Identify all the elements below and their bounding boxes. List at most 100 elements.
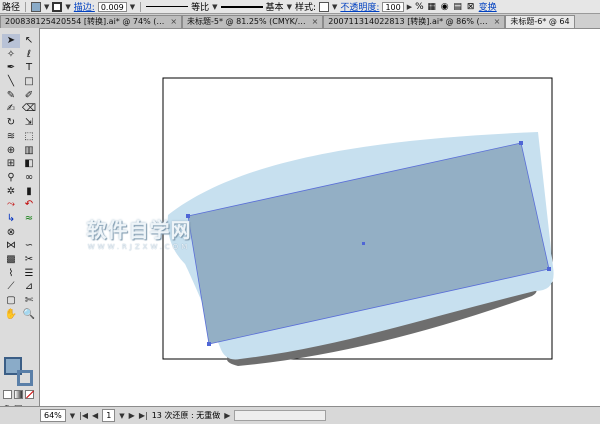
- tab-document-1[interactable]: 20083812542055​4 [转换].ai* @ 74% (… ×: [0, 15, 183, 28]
- align-icon[interactable]: ▤: [453, 2, 463, 12]
- none-mode-icon[interactable]: [25, 390, 34, 399]
- horizontal-scrollbar[interactable]: [234, 410, 327, 421]
- undo-status-text: 13 次还原 : 无重做: [151, 411, 221, 420]
- symbol-sprayer-tool-icon[interactable]: ✲: [2, 185, 20, 199]
- opacity-link[interactable]: 不透明度:: [340, 0, 379, 13]
- watermark-url: WWW.RJZXW.COM: [87, 243, 191, 251]
- zoom-field[interactable]: 64%: [40, 409, 66, 422]
- pencil-tool-icon[interactable]: ✐: [20, 89, 38, 103]
- stroke-dropdown-icon[interactable]: ▼: [65, 3, 70, 11]
- document-setup-icon[interactable]: ▦: [427, 2, 437, 12]
- transform-link[interactable]: 变换: [479, 0, 497, 13]
- lasso-tool-icon[interactable]: ℓ: [20, 48, 38, 62]
- tool-palette: ➤ ↖ ✧ ℓ ✒ T ╲ □ ✎ ✐ ✍ ⌫ ↻ ⇲ ≋ ⬚ ⊕ ▥ ⊞ ◧ …: [0, 28, 40, 420]
- variable-width-profile-preview[interactable]: [146, 6, 189, 7]
- stroke-weight-dropdown-icon[interactable]: ▼: [130, 3, 135, 11]
- color-mode-icon[interactable]: [3, 390, 12, 399]
- close-icon[interactable]: ×: [494, 16, 501, 28]
- smooth-tool-icon[interactable]: ≈: [20, 212, 38, 226]
- stroke-link[interactable]: 描边:: [74, 0, 95, 13]
- first-page-icon[interactable]: |◀: [79, 411, 88, 420]
- warp-tool-icon[interactable]: ≋: [2, 130, 20, 144]
- style-swatch[interactable]: [319, 1, 329, 12]
- control-bar: 路径 ▼ ▼ 描边: 0.009 ▼ 等比 ▼ 基本 ▼ 样式: ▼ 不透明度:…: [0, 0, 600, 14]
- page-field[interactable]: 1: [102, 409, 116, 422]
- brush-label[interactable]: 基本: [266, 0, 284, 13]
- transform-icon[interactable]: ⊠: [466, 2, 476, 12]
- type-tool-icon[interactable]: T: [20, 61, 38, 75]
- shape-builder-tool-icon[interactable]: ⊕: [2, 144, 20, 158]
- style-dropdown-icon[interactable]: ▼: [332, 3, 337, 11]
- document-tabs: 20083812542055​4 [转换].ai* @ 74% (… × 未标题…: [0, 14, 600, 29]
- curve-tool-icon[interactable]: ↳: [2, 212, 20, 226]
- close-icon[interactable]: ×: [312, 16, 319, 28]
- line-segment-tool-icon[interactable]: ╲: [2, 75, 20, 89]
- rotate-tool-icon[interactable]: ↻: [2, 116, 20, 130]
- brush-dropdown-icon[interactable]: ▼: [287, 3, 292, 11]
- brush-preview[interactable]: [220, 5, 263, 8]
- stroke-color-box[interactable]: [17, 370, 33, 386]
- zoom-tool-icon[interactable]: 🔍: [20, 308, 38, 322]
- document-canvas[interactable]: 软件自学网 WWW.RJZXW.COM: [40, 29, 600, 406]
- profile-label[interactable]: 等比: [191, 0, 209, 13]
- gradient-tool-icon[interactable]: ◧: [20, 157, 38, 171]
- gradient-mode-icon[interactable]: [14, 390, 23, 399]
- column-graph-tool-icon[interactable]: ▮: [20, 185, 38, 199]
- blank-slot: [20, 226, 38, 240]
- close-icon[interactable]: ×: [170, 16, 177, 28]
- page-dropdown-icon[interactable]: ▼: [119, 412, 124, 420]
- scissors-tool-icon[interactable]: ✄: [20, 294, 38, 308]
- separator: [25, 1, 27, 12]
- convert-anchor-tool-icon[interactable]: ↶: [20, 198, 38, 212]
- last-page-icon[interactable]: ▶|: [139, 411, 148, 420]
- selection-tool-icon[interactable]: ➤: [2, 34, 20, 48]
- pen-tool-icon[interactable]: ✒: [2, 61, 20, 75]
- anchor-add-tool-icon[interactable]: ⤳: [2, 198, 20, 212]
- status-menu-icon[interactable]: ▶: [224, 411, 230, 420]
- tab-label: 20083812542055​4 [转换].ai* @ 74% (…: [5, 17, 165, 26]
- anchor-point[interactable]: [519, 141, 523, 145]
- slice-tool-icon[interactable]: ✂: [20, 253, 38, 267]
- perspective-grid-tool-icon[interactable]: ▥: [20, 144, 38, 158]
- crop-tool-icon[interactable]: ▢: [2, 294, 20, 308]
- recolor-artwork-icon[interactable]: ◉: [440, 2, 450, 12]
- eraser-tool-icon[interactable]: ⌫: [20, 102, 38, 116]
- tab-document-3[interactable]: 200711314022813 [转换].ai* @ 86% (… ×: [323, 15, 506, 28]
- stroke-weight-field[interactable]: 0.009: [97, 1, 127, 12]
- measure-tool-icon[interactable]: ⊿: [20, 280, 38, 294]
- tab-document-2[interactable]: 未标题-5* @ 81.25% (CMYK/… ×: [182, 15, 324, 28]
- scale-tool-icon[interactable]: ⇲: [20, 116, 38, 130]
- target-tool-icon[interactable]: ⊗: [2, 226, 20, 240]
- tab-label: 200711314022813 [转换].ai* @ 86% (…: [328, 17, 488, 26]
- magic-wand-tool-icon[interactable]: ✧: [2, 48, 20, 62]
- fill-swatch[interactable]: [31, 1, 42, 12]
- direct-selection-tool-icon[interactable]: ↖: [20, 34, 38, 48]
- stroke-swatch[interactable]: [52, 1, 63, 12]
- tab-label: 未标题-5* @ 81.25% (CMYK/…: [187, 17, 306, 26]
- anchor-point[interactable]: [207, 342, 211, 346]
- knife-tool-icon[interactable]: ⟋: [2, 280, 20, 294]
- separator: [140, 1, 142, 12]
- rectangle-tool-icon[interactable]: □: [20, 75, 38, 89]
- list-tool-icon[interactable]: ☰: [20, 267, 38, 281]
- zoom-dropdown-icon[interactable]: ▼: [70, 412, 75, 420]
- blob-brush-tool-icon[interactable]: ✍: [2, 102, 20, 116]
- paintbrush-tool-icon[interactable]: ✎: [2, 89, 20, 103]
- tab-document-4[interactable]: 未标题-6* @ 64: [505, 15, 575, 28]
- eyedropper-tool-icon[interactable]: ⚲: [2, 171, 20, 185]
- wave-tool-icon[interactable]: ∽: [20, 239, 38, 253]
- profile-dropdown-icon[interactable]: ▼: [212, 3, 217, 11]
- fill-dropdown-icon[interactable]: ▼: [44, 3, 49, 11]
- bowtie-tool-icon[interactable]: ⋈: [2, 239, 20, 253]
- artboard-tool-icon[interactable]: ▩: [2, 253, 20, 267]
- free-transform-tool-icon[interactable]: ⬚: [20, 130, 38, 144]
- previous-page-icon[interactable]: ◀: [92, 411, 98, 420]
- path-tool-icon[interactable]: ⌇: [2, 267, 20, 281]
- opacity-dropdown-icon[interactable]: ▶: [407, 3, 412, 11]
- hand-tool-icon[interactable]: ✋: [2, 308, 20, 322]
- anchor-point[interactable]: [547, 267, 551, 271]
- mesh-tool-icon[interactable]: ⊞: [2, 157, 20, 171]
- opacity-field[interactable]: 100: [382, 1, 404, 12]
- blend-tool-icon[interactable]: ∞: [20, 171, 38, 185]
- next-page-icon[interactable]: ▶: [129, 411, 135, 420]
